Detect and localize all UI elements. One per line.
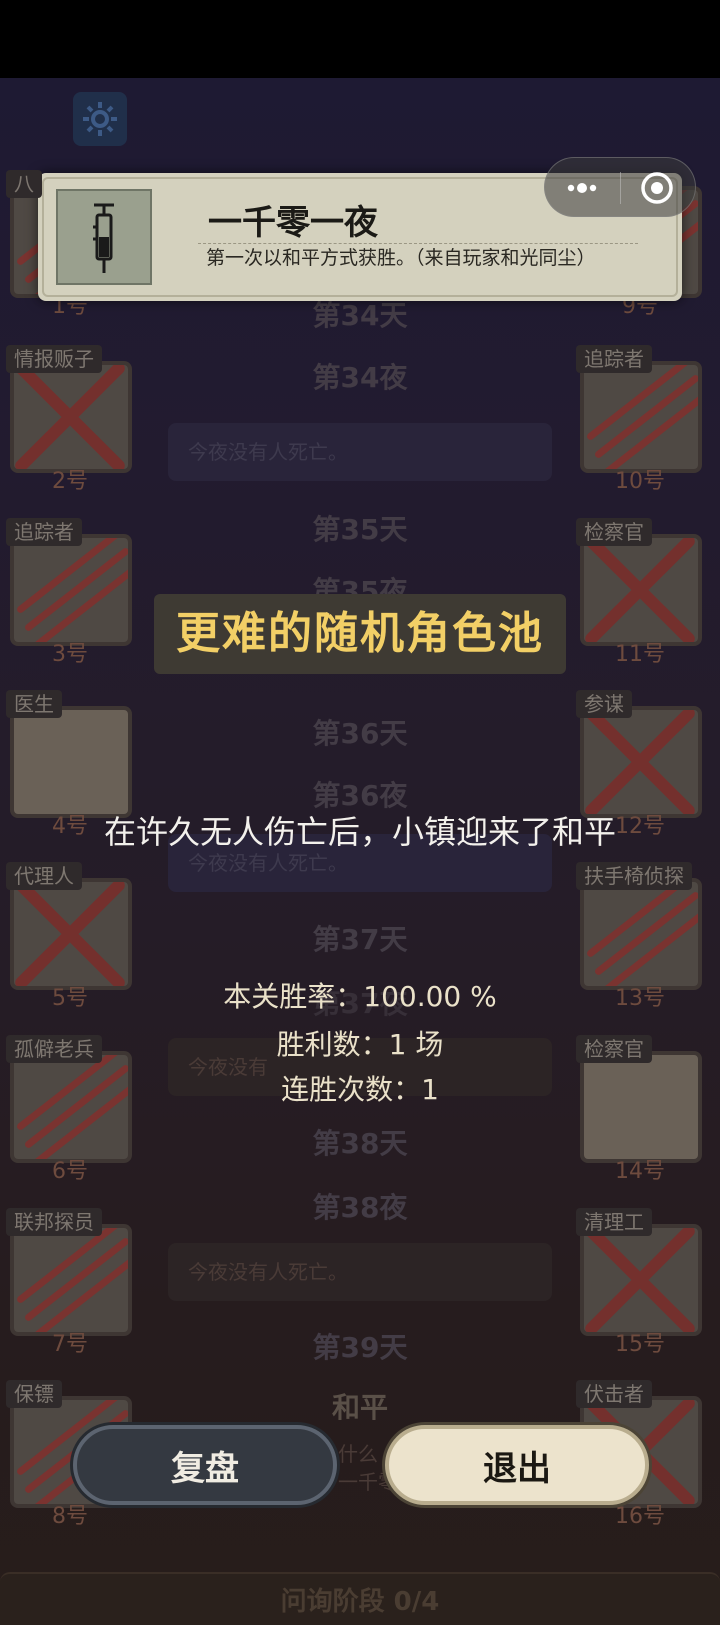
player-card[interactable]: 检察官 14号 (572, 1035, 702, 1184)
close-miniprogram-button[interactable] (621, 158, 696, 218)
player-number: 2号 (52, 469, 88, 494)
player-number: 3号 (52, 642, 88, 667)
achievement-title: 一千零一夜 (208, 203, 378, 243)
timeline-message-line: 什么 (338, 1442, 378, 1466)
player-number: 14号 (615, 1159, 665, 1184)
player-number: 10号 (615, 469, 665, 494)
player-role-label: 检察官 (576, 518, 652, 546)
player-portrait (580, 706, 702, 818)
claw-mark (15, 538, 123, 615)
player-role-label: 保镖 (6, 1380, 62, 1408)
player-role-label: 联邦探员 (6, 1208, 102, 1236)
player-number: 15号 (615, 1332, 665, 1357)
player-number: 6号 (52, 1159, 88, 1184)
claw-mark (31, 564, 128, 642)
player-number: 13号 (615, 986, 665, 1011)
claw-mark (15, 1055, 123, 1132)
player-portrait (10, 878, 132, 990)
timeline-night-34: 第34夜 (312, 361, 408, 394)
timeline-peace: 和平 (331, 1391, 388, 1424)
timeline-day-37: 第37天 (312, 923, 408, 956)
achievement-icon-box (56, 189, 152, 285)
claw-mark (585, 365, 693, 442)
timeline-day-39: 第39天 (312, 1331, 408, 1364)
syringe-icon (93, 203, 114, 273)
game-screen: 八 1号 情报贩子 2号 追踪者 3号 医生 4号 代理人 5号 孤僻老兵 6号 联邦探员 7号 保镖 8号 … (0, 0, 720, 1625)
player-role-label: 代理人 (6, 862, 82, 890)
player-role-label: 伏击者 (576, 1380, 652, 1408)
player-role-label: 参谋 (576, 690, 632, 718)
player-portrait (10, 706, 132, 818)
timeline-day-35: 第35天 (312, 513, 408, 546)
timeline-message: 今夜没有人死亡。 (168, 423, 552, 481)
claw-mark (31, 1254, 128, 1332)
claw-mark (601, 391, 698, 469)
mode-banner: 更难的随机角色池 (154, 594, 566, 674)
player-role-label: 八 (6, 170, 42, 198)
more-menu-button[interactable] (545, 158, 620, 218)
player-portrait (580, 361, 702, 473)
claw-mark (585, 882, 693, 959)
player-card[interactable]: 扶手椅侦探 13号 (572, 862, 702, 1011)
timeline-day-38: 第38天 (312, 1127, 408, 1160)
claw-mark (31, 1081, 128, 1159)
status-bar (0, 0, 720, 78)
timeline-message: 今夜没有人死亡。 (168, 1243, 552, 1301)
player-portrait (580, 534, 702, 646)
achievement-description: 第一次以和平方式获胜。（来自玩家和光同尘） (206, 247, 596, 269)
claw-mark (15, 1228, 123, 1305)
player-portrait (580, 1224, 702, 1336)
player-portrait (10, 1224, 132, 1336)
miniprogram-capsule (544, 157, 696, 217)
player-role-label: 追踪者 (6, 518, 82, 546)
win-rate-text: 本关胜率：100.00 % (223, 980, 497, 1013)
player-role-label: 情报贩子 (6, 345, 102, 373)
settings-gear-button[interactable] (73, 92, 127, 146)
player-card[interactable]: 检察官 11号 (572, 518, 702, 667)
more-dots-icon (567, 183, 597, 193)
player-card[interactable]: 代理人 5号 (2, 862, 132, 1011)
player-portrait (580, 878, 702, 990)
player-card[interactable]: 追踪者 3号 (2, 518, 132, 667)
win-count-text: 胜利数：1 场 (276, 1028, 444, 1061)
player-portrait (580, 1051, 702, 1163)
player-card[interactable]: 追踪者 10号 (572, 345, 702, 494)
player-portrait (10, 361, 132, 473)
achievement-divider (198, 243, 638, 244)
win-streak-text: 连胜次数：1 (281, 1073, 439, 1106)
claw-mark (601, 908, 698, 986)
player-role-label: 检察官 (576, 1035, 652, 1063)
exit-button[interactable]: 退出 (385, 1425, 649, 1505)
player-card[interactable]: 清理工 15号 (572, 1208, 702, 1357)
gear-icon (83, 102, 117, 136)
player-role-label: 追踪者 (576, 345, 652, 373)
player-role-label: 孤僻老兵 (6, 1035, 102, 1063)
timeline-day-36: 第36天 (312, 717, 408, 750)
player-role-label: 清理工 (576, 1208, 652, 1236)
replay-button[interactable]: 复盘 (73, 1425, 337, 1505)
player-number: 11号 (615, 642, 665, 667)
player-card[interactable]: 联邦探员 7号 (2, 1208, 132, 1357)
player-portrait (10, 1051, 132, 1163)
player-role-label: 扶手椅侦探 (576, 862, 692, 890)
player-portrait (10, 534, 132, 646)
inquiry-phase-bar: 问询阶段 0/4 (0, 1572, 720, 1625)
player-number: 5号 (52, 986, 88, 1011)
player-card[interactable]: 孤僻老兵 6号 (2, 1035, 132, 1184)
timeline-night-38: 第38夜 (312, 1191, 408, 1224)
player-number: 7号 (52, 1332, 88, 1357)
target-close-icon (641, 172, 673, 204)
result-description: 在许久无人伤亡后，小镇迎来了和平 (103, 813, 616, 851)
player-card[interactable]: 情报贩子 2号 (2, 345, 132, 494)
player-role-label: 医生 (6, 690, 62, 718)
